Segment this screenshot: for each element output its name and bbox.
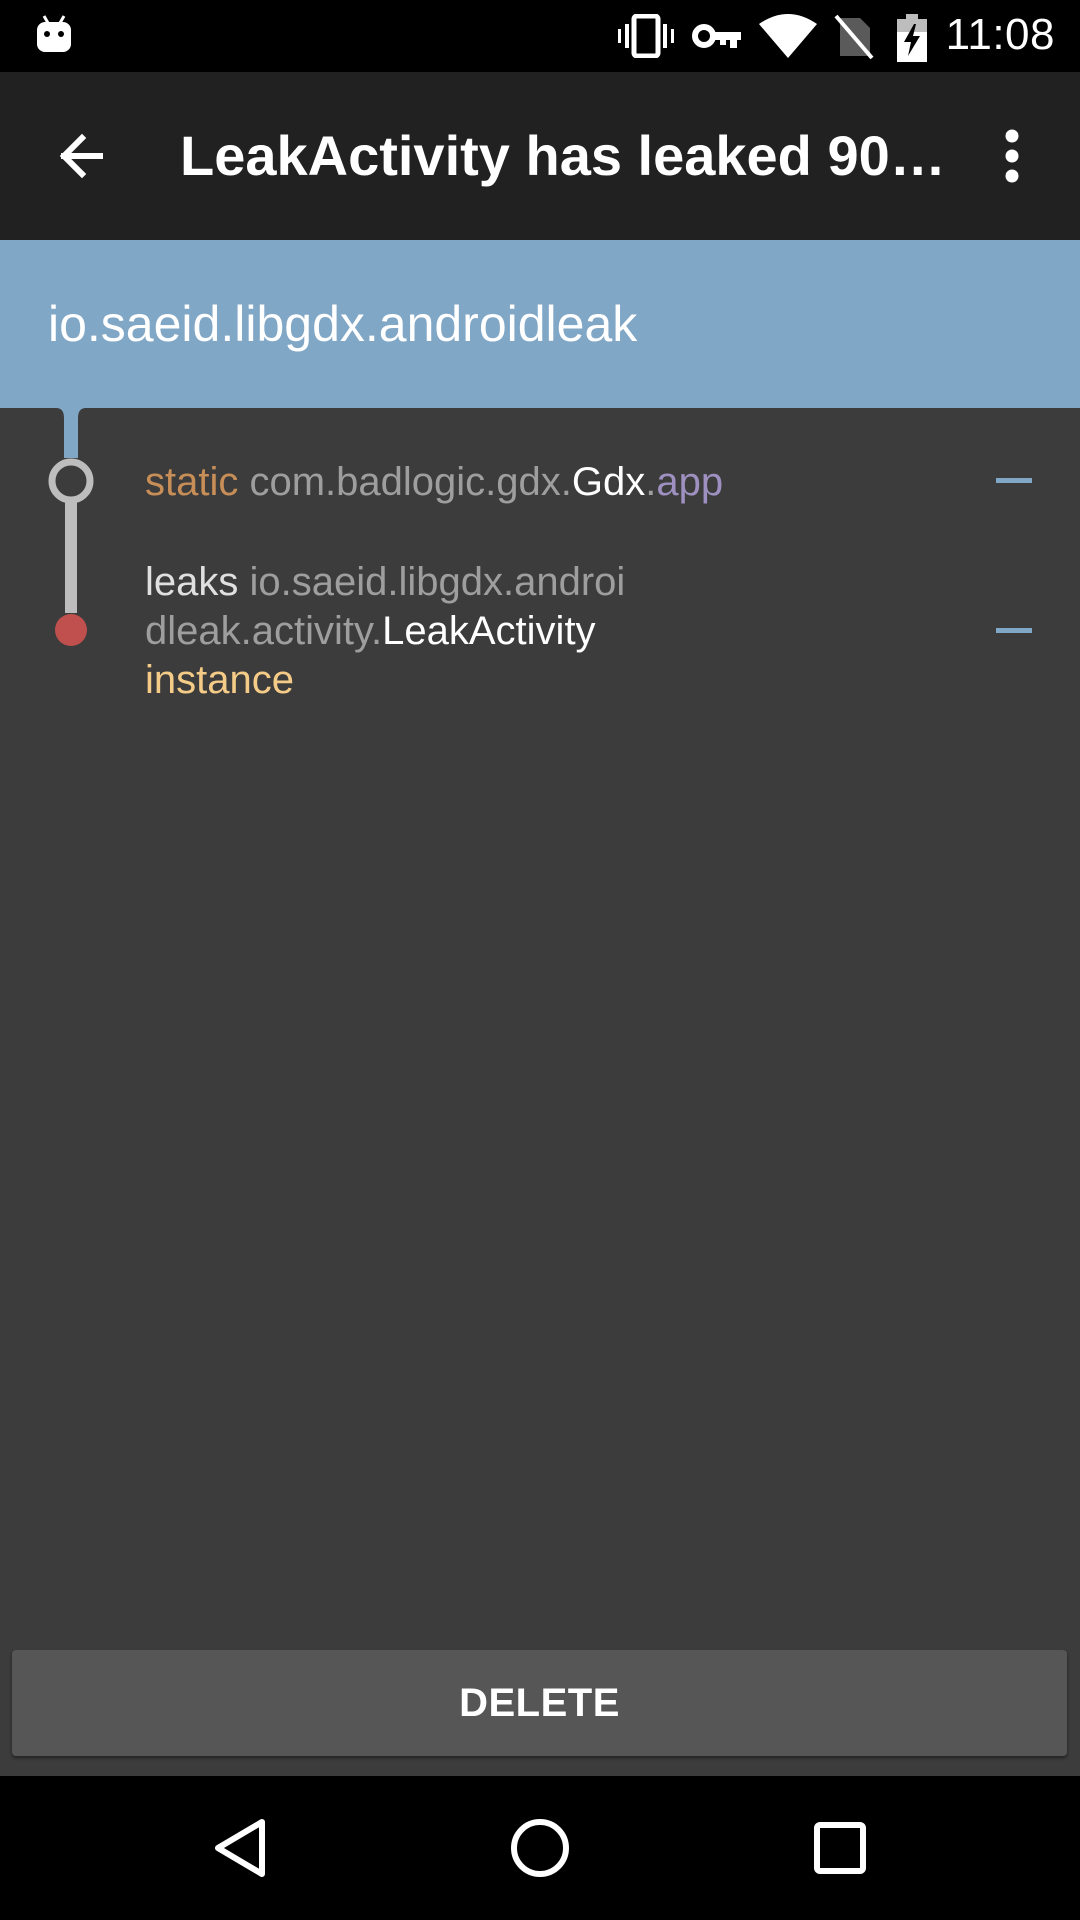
action-area: DELETE — [0, 1620, 1080, 1776]
navigation-bar — [0, 1776, 1080, 1920]
leak-trace-connector — [0, 408, 120, 646]
trace-static-keyword: static — [145, 460, 250, 504]
trace-item-static-field[interactable]: static com.badlogic.gdx.Gdx.app — [145, 458, 723, 507]
package-header: io.saeid.libgdx.androidleak — [0, 240, 1080, 408]
android-notification-icon — [37, 15, 71, 52]
nav-home-icon[interactable] — [490, 1798, 590, 1898]
battery-charging-icon — [897, 14, 927, 62]
package-name: io.saeid.libgdx.androidleak — [48, 296, 638, 352]
more-options-icon[interactable] — [966, 110, 1058, 202]
status-bar: 11:08 — [0, 0, 1080, 72]
status-time: 11:08 — [945, 10, 1055, 59]
trace-instance-label: instance — [145, 658, 294, 702]
trace-package: com.badlogic.gdx. — [249, 460, 572, 504]
leak-trace-list: static com.badlogic.gdx.Gdx.app leaks io… — [0, 408, 1080, 1776]
collapse-toggle-2[interactable] — [996, 628, 1032, 633]
leak-dot — [55, 614, 87, 646]
wifi-icon — [759, 14, 817, 58]
trace-node-ring — [48, 458, 94, 504]
no-sim-icon — [834, 14, 874, 60]
nav-recents-icon[interactable] — [790, 1798, 890, 1898]
collapse-toggle-1[interactable] — [996, 478, 1032, 483]
trace-item-leaking-instance[interactable]: leaks io.saeid.libgdx.androi dleak.activ… — [145, 558, 625, 705]
trace-dot: . — [645, 460, 657, 504]
vpn-key-icon — [692, 24, 741, 48]
trace-leak-class-name: LeakActivity — [382, 609, 596, 653]
nav-back-icon[interactable] — [190, 1798, 290, 1898]
trace-line: leaks io.saeid.libgdx.androi — [145, 558, 625, 607]
trace-package-part-2: dleak.activity. — [145, 609, 383, 653]
app-bar: LeakActivity has leaked 90… — [0, 72, 1080, 240]
trace-leaks-keyword: leaks — [145, 560, 250, 604]
vibrate-icon — [618, 14, 674, 58]
trace-field-name: app — [656, 460, 724, 504]
trace-class-name: Gdx — [571, 460, 646, 504]
trace-line: dleak.activity.LeakActivity — [145, 607, 625, 656]
back-arrow-icon[interactable] — [38, 110, 130, 202]
page-title: LeakActivity has leaked 90… — [180, 124, 940, 187]
trace-line: instance — [145, 656, 625, 705]
trace-package-part-1: io.saeid.libgdx.androi — [249, 560, 626, 604]
delete-button[interactable]: DELETE — [12, 1650, 1067, 1756]
